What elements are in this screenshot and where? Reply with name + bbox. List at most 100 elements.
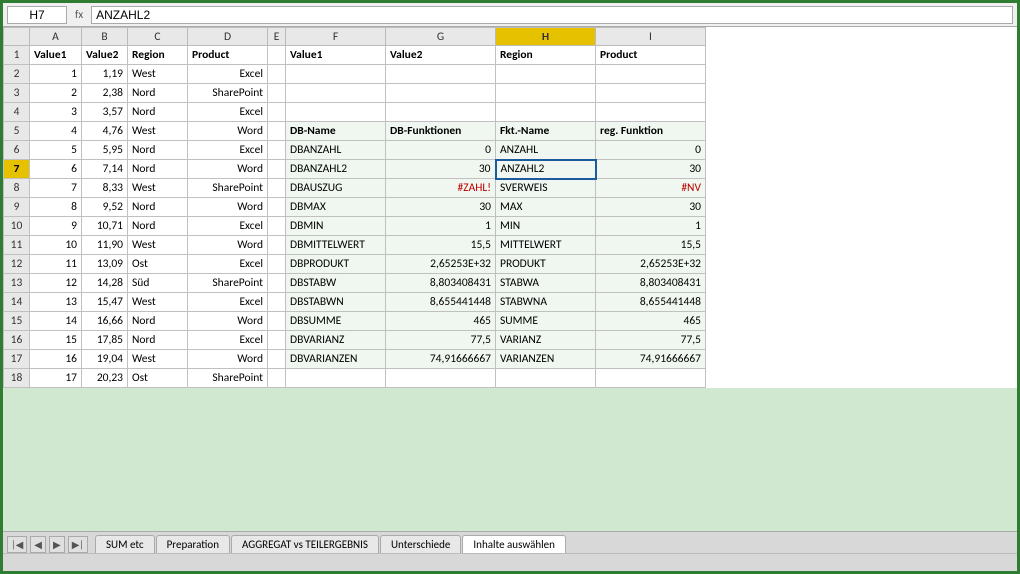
cell-h7[interactable]: ANZAHL2	[496, 160, 596, 179]
cell-g5[interactable]: DB-Funktionen	[386, 122, 496, 141]
cell-d14[interactable]: Excel	[188, 293, 268, 312]
cell-i9[interactable]: 30	[596, 198, 706, 217]
cell-a6[interactable]: 5	[30, 141, 82, 160]
cell-i13[interactable]: 8,803408431	[596, 274, 706, 293]
cell-b12[interactable]: 13,09	[82, 255, 128, 274]
cell-d13[interactable]: SharePoint	[188, 274, 268, 293]
row-num-2[interactable]: 2	[4, 65, 30, 84]
cell-c11[interactable]: West	[128, 236, 188, 255]
cell-g14[interactable]: 8,655441448	[386, 293, 496, 312]
cell-d8[interactable]: SharePoint	[188, 179, 268, 198]
cell-h12[interactable]: PRODUKT	[496, 255, 596, 274]
cell-g9[interactable]: 30	[386, 198, 496, 217]
cell-i10[interactable]: 1	[596, 217, 706, 236]
cell-c15[interactable]: Nord	[128, 312, 188, 331]
cell-c1[interactable]: Region	[128, 46, 188, 65]
cell-i1[interactable]: Product	[596, 46, 706, 65]
cell-h4[interactable]	[496, 103, 596, 122]
cell-f1[interactable]: Value1	[286, 46, 386, 65]
cell-h13[interactable]: STABWA	[496, 274, 596, 293]
cell-e4[interactable]	[268, 103, 286, 122]
cell-f4[interactable]	[286, 103, 386, 122]
tab-nav-last[interactable]: ▶|	[68, 536, 88, 553]
cell-b17[interactable]: 19,04	[82, 350, 128, 369]
cell-h16[interactable]: VARIANZ	[496, 331, 596, 350]
row-num-12[interactable]: 12	[4, 255, 30, 274]
cell-h18[interactable]	[496, 369, 596, 388]
cell-d18[interactable]: SharePoint	[188, 369, 268, 388]
cell-i16[interactable]: 77,5	[596, 331, 706, 350]
cell-b9[interactable]: 9,52	[82, 198, 128, 217]
tab-unterschiede[interactable]: Unterschiede	[380, 535, 461, 553]
cell-c2[interactable]: West	[128, 65, 188, 84]
tab-nav[interactable]: |◀ ◀ ▶ ▶|	[7, 536, 88, 553]
cell-g3[interactable]	[386, 84, 496, 103]
cell-a18[interactable]: 17	[30, 369, 82, 388]
cell-g16[interactable]: 77,5	[386, 331, 496, 350]
cell-a2[interactable]: 1	[30, 65, 82, 84]
cell-h11[interactable]: MITTELWERT	[496, 236, 596, 255]
formula-input[interactable]	[91, 6, 1013, 24]
cell-e5[interactable]	[268, 122, 286, 141]
cell-i6[interactable]: 0	[596, 141, 706, 160]
col-header-f[interactable]: F	[286, 28, 386, 46]
row-num-10[interactable]: 10	[4, 217, 30, 236]
col-header-a[interactable]: A	[30, 28, 82, 46]
cell-f18[interactable]	[286, 369, 386, 388]
row-num-7[interactable]: 7	[4, 160, 30, 179]
cell-i12[interactable]: 2,65253E+32	[596, 255, 706, 274]
cell-a3[interactable]: 2	[30, 84, 82, 103]
cell-g6[interactable]: 0	[386, 141, 496, 160]
cell-h1[interactable]: Region	[496, 46, 596, 65]
cell-e9[interactable]	[268, 198, 286, 217]
cell-h15[interactable]: SUMME	[496, 312, 596, 331]
cell-i18[interactable]	[596, 369, 706, 388]
cell-b4[interactable]: 3,57	[82, 103, 128, 122]
cell-a14[interactable]: 13	[30, 293, 82, 312]
cell-d9[interactable]: Word	[188, 198, 268, 217]
cell-f5[interactable]: DB-Name	[286, 122, 386, 141]
cell-f7[interactable]: DBANZAHL2	[286, 160, 386, 179]
cell-g11[interactable]: 15,5	[386, 236, 496, 255]
cell-g10[interactable]: 1	[386, 217, 496, 236]
row-num-3[interactable]: 3	[4, 84, 30, 103]
row-num-8[interactable]: 8	[4, 179, 30, 198]
row-num-6[interactable]: 6	[4, 141, 30, 160]
cell-d12[interactable]: Excel	[188, 255, 268, 274]
tab-inhalte[interactable]: Inhalte auswählen	[462, 535, 566, 554]
cell-d3[interactable]: SharePoint	[188, 84, 268, 103]
row-num-4[interactable]: 4	[4, 103, 30, 122]
cell-d15[interactable]: Word	[188, 312, 268, 331]
cell-h14[interactable]: STABWNA	[496, 293, 596, 312]
cell-h10[interactable]: MIN	[496, 217, 596, 236]
cell-b14[interactable]: 15,47	[82, 293, 128, 312]
cell-c18[interactable]: Ost	[128, 369, 188, 388]
cell-f16[interactable]: DBVARIANZ	[286, 331, 386, 350]
row-num-5[interactable]: 5	[4, 122, 30, 141]
row-num-13[interactable]: 13	[4, 274, 30, 293]
cell-a17[interactable]: 16	[30, 350, 82, 369]
cell-a16[interactable]: 15	[30, 331, 82, 350]
cell-g4[interactable]	[386, 103, 496, 122]
cell-b1[interactable]: Value2	[82, 46, 128, 65]
cell-d17[interactable]: Word	[188, 350, 268, 369]
tab-aggregat[interactable]: AGGREGAT vs TEILERGEBNIS	[231, 535, 379, 553]
cell-b16[interactable]: 17,85	[82, 331, 128, 350]
cell-d6[interactable]: Excel	[188, 141, 268, 160]
cell-c12[interactable]: Ost	[128, 255, 188, 274]
col-header-h[interactable]: H	[496, 28, 596, 46]
cell-i3[interactable]	[596, 84, 706, 103]
cell-f6[interactable]: DBANZAHL	[286, 141, 386, 160]
cell-a11[interactable]: 10	[30, 236, 82, 255]
cell-a15[interactable]: 14	[30, 312, 82, 331]
cell-b11[interactable]: 11,90	[82, 236, 128, 255]
cell-d2[interactable]: Excel	[188, 65, 268, 84]
cell-c7[interactable]: Nord	[128, 160, 188, 179]
cell-g13[interactable]: 8,803408431	[386, 274, 496, 293]
cell-i11[interactable]: 15,5	[596, 236, 706, 255]
cell-e15[interactable]	[268, 312, 286, 331]
col-header-c[interactable]: C	[128, 28, 188, 46]
cell-a7[interactable]: 6	[30, 160, 82, 179]
cell-e10[interactable]	[268, 217, 286, 236]
cell-f12[interactable]: DBPRODUKT	[286, 255, 386, 274]
